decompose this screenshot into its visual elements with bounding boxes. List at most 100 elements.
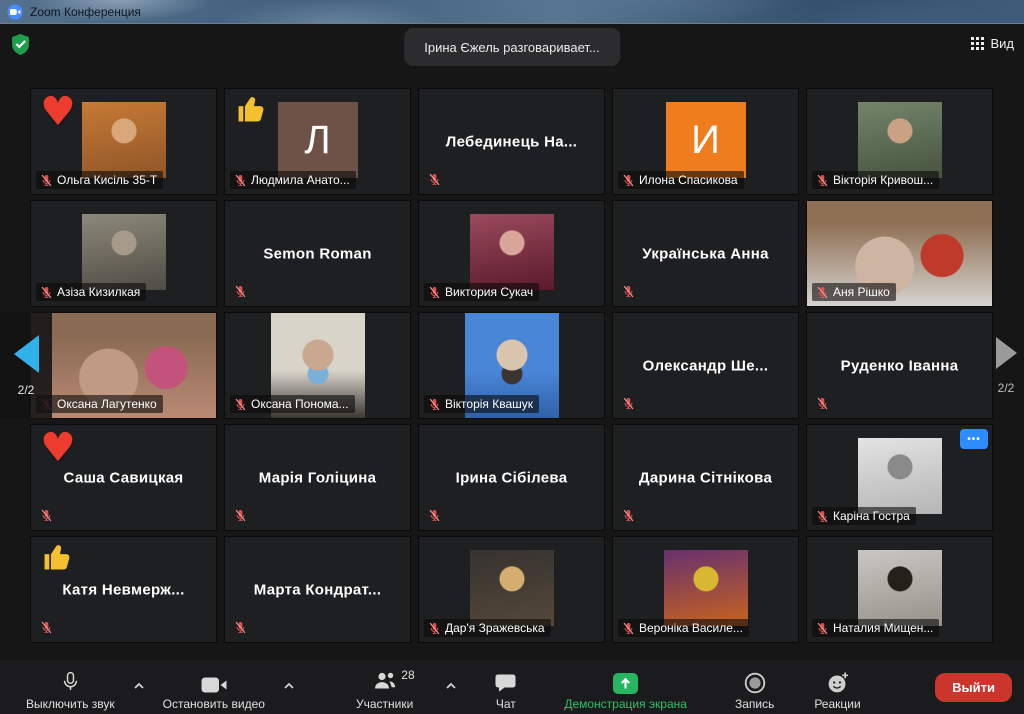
participant-gallery: ♥ Ольга Кисіль 35-Т ЛЛюдмила Анато... Лебед…: [30, 88, 993, 643]
participant-tile[interactable]: ♥ Ольга Кисіль 35-Т: [30, 88, 217, 195]
participant-name: Каріна Гостра: [833, 509, 910, 523]
participant-tile[interactable]: ИИлона Спасикова: [612, 88, 799, 195]
participant-name: Оксана Понома...: [251, 397, 349, 411]
participant-tile[interactable]: ••• Каріна Гостра: [806, 424, 993, 531]
participant-tile[interactable]: Українська Анна: [612, 200, 799, 307]
grid-view-icon: [971, 37, 984, 50]
leave-button[interactable]: Выйти: [935, 673, 1012, 702]
muted-mic-icon: [428, 622, 441, 635]
active-speaker-notification: Ірина Єжель разговаривает...: [404, 28, 620, 66]
participant-name: Азіза Кизилкая: [57, 285, 140, 299]
participant-name: Наталия Мищен...: [833, 621, 933, 635]
muted-mic-icon: [234, 285, 247, 298]
participant-name: Дарина Сітнікова: [639, 469, 772, 486]
mute-button[interactable]: Выключить звук: [22, 663, 119, 711]
more-options-button[interactable]: •••: [960, 429, 988, 449]
participants-options-chevron-icon[interactable]: [441, 673, 461, 699]
muted-mic-indicator: [622, 397, 635, 410]
participant-name: Semon Roman: [263, 245, 371, 262]
muted-mic-icon: [40, 286, 53, 299]
share-screen-button[interactable]: Демонстрация экрана: [560, 663, 691, 711]
participant-name: Людмила Анато...: [251, 173, 350, 187]
thumbs-up-reaction-icon: [40, 540, 76, 578]
previous-page-button[interactable]: 2/2: [0, 312, 52, 419]
photo-avatar: [664, 550, 748, 626]
heart-reaction-icon: ♥: [40, 92, 76, 132]
participant-name: Руденко Іванна: [841, 357, 959, 374]
participant-tile[interactable]: Дарина Сітнікова: [612, 424, 799, 531]
participant-name-badge: Дар'я Зражевська: [424, 619, 551, 637]
participants-button[interactable]: 28 Участники: [352, 663, 417, 711]
participant-tile[interactable]: Наталия Мищен...: [806, 536, 993, 643]
video-options-chevron-icon[interactable]: [279, 673, 299, 699]
chat-button[interactable]: Чат: [491, 663, 520, 711]
participant-tile[interactable]: Оксана Понома...: [224, 312, 411, 419]
meeting-topbar: Ірина Єжель разговаривает... Вид: [0, 24, 1024, 88]
participant-tile[interactable]: Semon Roman: [224, 200, 411, 307]
participant-name-badge: Оксана Лагутенко: [36, 395, 163, 413]
meeting-toolbar: Выключить звук Остановить видео: [0, 660, 1024, 714]
record-button[interactable]: Запись: [731, 663, 778, 711]
participant-tile[interactable]: Олександр Ше...: [612, 312, 799, 419]
participant-tile[interactable]: ЛЛюдмила Анато...: [224, 88, 411, 195]
participant-tile[interactable]: Вікторія Квашук: [418, 312, 605, 419]
participant-tile[interactable]: Азіза Кизилкая: [30, 200, 217, 307]
participant-tile[interactable]: Марта Кондрат...: [224, 536, 411, 643]
zoom-app-icon: [7, 4, 23, 20]
participant-name: Катя Невмерж...: [62, 581, 184, 598]
participant-name-badge: Ольга Кисіль 35-Т: [36, 171, 163, 189]
participant-tile[interactable]: Аня Рішко: [806, 200, 993, 307]
record-icon: [744, 670, 766, 694]
participant-name-badge: Вероніка Василе...: [618, 619, 749, 637]
participant-tile[interactable]: Ірина Сібілева: [418, 424, 605, 531]
participant-name: Аня Рішко: [833, 285, 890, 299]
photo-avatar: [470, 214, 554, 290]
muted-mic-icon: [428, 173, 441, 186]
page-indicator-right: 2/2: [998, 381, 1015, 395]
page-indicator-left: 2/2: [18, 383, 35, 397]
photo-avatar: [82, 102, 166, 178]
view-button[interactable]: Вид: [971, 36, 1014, 51]
security-shield-icon[interactable]: [10, 33, 32, 57]
muted-mic-indicator: [40, 509, 53, 522]
microphone-icon: [62, 670, 79, 694]
stop-video-button[interactable]: Остановить видео: [159, 663, 269, 711]
participant-tile[interactable]: Катя Невмерж...: [30, 536, 217, 643]
participant-tile[interactable]: ♥Саша Савицкая: [30, 424, 217, 531]
participant-tile[interactable]: Оксана Лагутенко: [30, 312, 217, 419]
participants-label: Участники: [356, 697, 413, 711]
participant-tile[interactable]: Дар'я Зражевська: [418, 536, 605, 643]
participant-name-badge: Азіза Кизилкая: [36, 283, 146, 301]
muted-mic-icon: [234, 509, 247, 522]
participant-name: Саша Савицкая: [64, 469, 184, 486]
participant-name: Вікторія Квашук: [445, 397, 533, 411]
participants-icon: [372, 670, 398, 694]
participant-tile[interactable]: Вікторія Кривош...: [806, 88, 993, 195]
window-titlebar[interactable]: Zoom Конференция: [0, 0, 1024, 24]
record-label: Запись: [735, 697, 774, 711]
participant-tile[interactable]: Лебединець На...: [418, 88, 605, 195]
share-screen-label: Демонстрация экрана: [564, 697, 687, 711]
thumbs-up-reaction-icon: [234, 92, 270, 130]
muted-mic-indicator: [428, 173, 441, 186]
participant-name: Дар'я Зражевська: [445, 621, 545, 635]
reactions-button[interactable]: Реакции: [810, 663, 864, 711]
participant-tile[interactable]: Вероніка Василе...: [612, 536, 799, 643]
participant-tile[interactable]: Марія Голіцина: [224, 424, 411, 531]
participants-count: 28: [401, 668, 414, 682]
muted-mic-icon: [816, 174, 829, 187]
muted-mic-icon: [816, 286, 829, 299]
audio-options-chevron-icon[interactable]: [129, 673, 149, 699]
next-page-button[interactable]: 2/2: [988, 312, 1024, 419]
muted-mic-icon: [816, 622, 829, 635]
muted-mic-indicator: [40, 621, 53, 634]
participant-name: Лебединець На...: [446, 133, 578, 150]
participant-tile[interactable]: Виктория Сукач: [418, 200, 605, 307]
muted-mic-icon: [816, 510, 829, 523]
muted-mic-icon: [40, 174, 53, 187]
participant-tile[interactable]: Руденко Іванна: [806, 312, 993, 419]
muted-mic-icon: [622, 285, 635, 298]
participant-name: Илона Спасикова: [639, 173, 738, 187]
muted-mic-indicator: [816, 397, 829, 410]
participant-name-badge: Вікторія Квашук: [424, 395, 539, 413]
